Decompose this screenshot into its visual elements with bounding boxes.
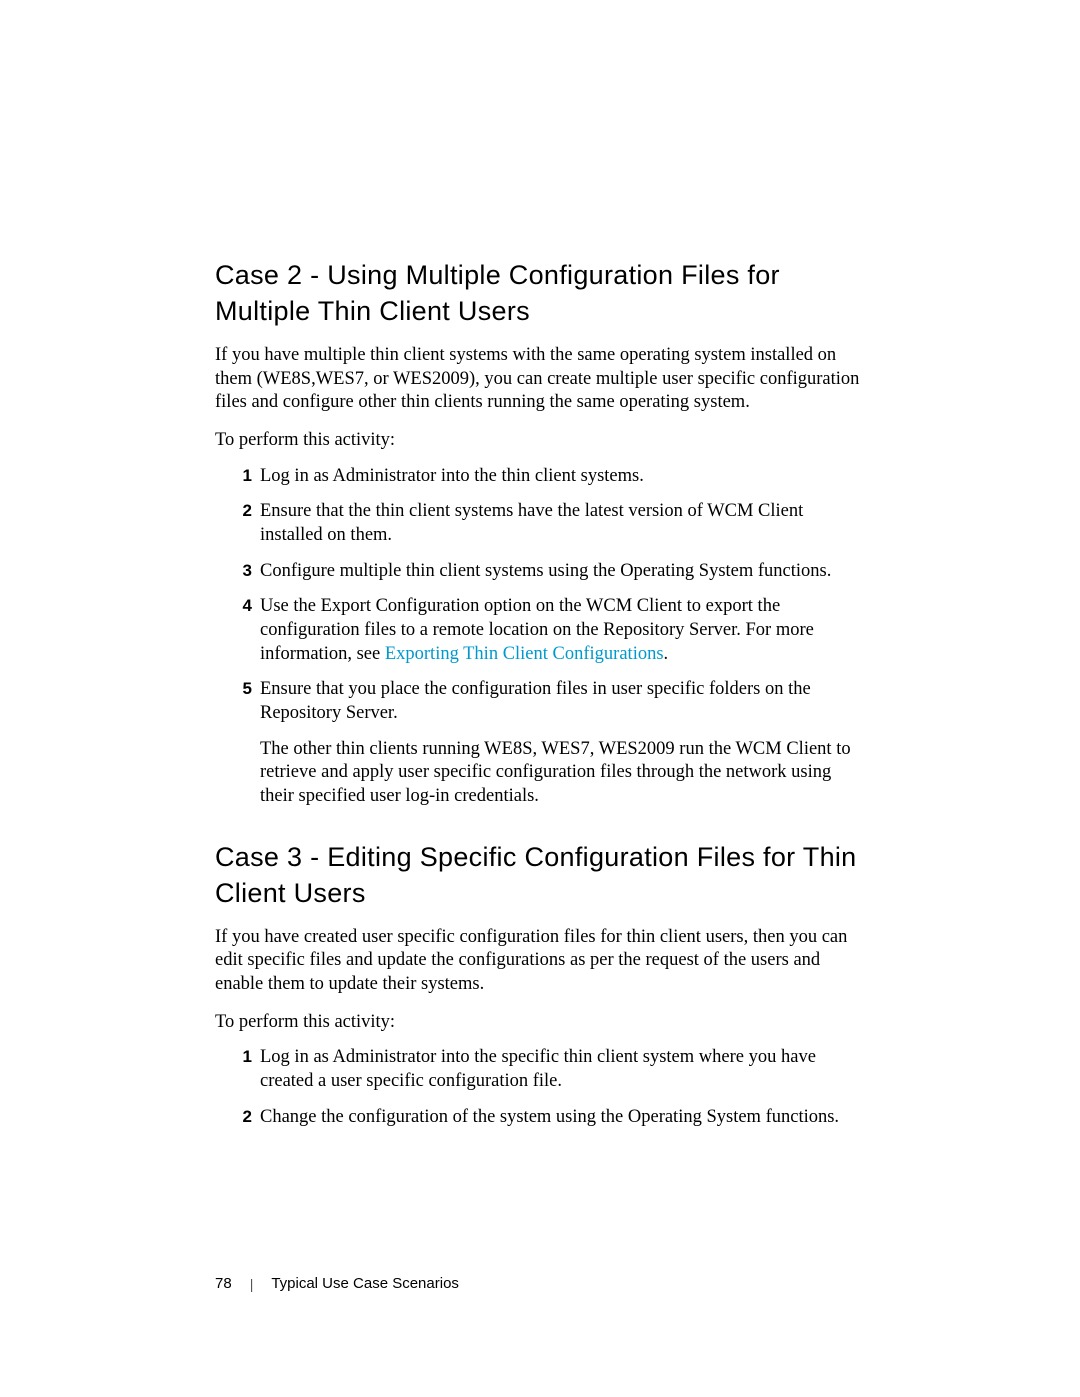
list-item: 2 Ensure that the thin client systems ha… bbox=[245, 500, 865, 547]
footer-divider: | bbox=[250, 1276, 254, 1292]
section-heading-case2: Case 2 - Using Multiple Configuration Fi… bbox=[215, 257, 865, 330]
list-text: Configure multiple thin client systems u… bbox=[260, 561, 831, 581]
list-number: 2 bbox=[227, 500, 252, 522]
list-item: 4 Use the Export Configuration option on… bbox=[245, 595, 865, 666]
list-text: Ensure that you place the configuration … bbox=[260, 679, 811, 723]
list-number: 5 bbox=[227, 678, 252, 700]
steps-list-case3: 1 Log in as Administrator into the speci… bbox=[215, 1046, 865, 1129]
intro-paragraph-case3: If you have created user specific config… bbox=[215, 926, 865, 997]
list-item: 3 Configure multiple thin client systems… bbox=[245, 560, 865, 584]
list-number: 3 bbox=[227, 560, 252, 582]
activity-label-case3: To perform this activity: bbox=[215, 1011, 865, 1035]
list-number: 1 bbox=[227, 1046, 252, 1068]
list-text-post: . bbox=[664, 644, 669, 664]
list-sub-paragraph: The other thin clients running WE8S, WES… bbox=[260, 738, 865, 809]
list-text: Log in as Administrator into the thin cl… bbox=[260, 466, 644, 486]
page-footer: 78 | Typical Use Case Scenarios bbox=[215, 1275, 459, 1292]
page-number: 78 bbox=[215, 1275, 232, 1292]
list-item: 1 Log in as Administrator into the thin … bbox=[245, 465, 865, 489]
activity-label-case2: To perform this activity: bbox=[215, 429, 865, 453]
steps-list-case2: 1 Log in as Administrator into the thin … bbox=[215, 465, 865, 809]
list-item: 1 Log in as Administrator into the speci… bbox=[245, 1046, 865, 1093]
list-number: 2 bbox=[227, 1106, 252, 1128]
list-text: Ensure that the thin client systems have… bbox=[260, 501, 803, 545]
footer-title: Typical Use Case Scenarios bbox=[271, 1275, 459, 1292]
list-text: Log in as Administrator into the specifi… bbox=[260, 1047, 816, 1091]
list-item: 5 Ensure that you place the configuratio… bbox=[245, 678, 865, 808]
list-number: 1 bbox=[227, 465, 252, 487]
list-number: 4 bbox=[227, 595, 252, 617]
page-content: Case 2 - Using Multiple Configuration Fi… bbox=[0, 0, 1080, 1129]
section-heading-case3: Case 3 - Editing Specific Configuration … bbox=[215, 839, 865, 912]
list-text: Change the configuration of the system u… bbox=[260, 1107, 839, 1127]
intro-paragraph-case2: If you have multiple thin client systems… bbox=[215, 344, 865, 415]
list-item: 2 Change the configuration of the system… bbox=[245, 1106, 865, 1130]
link-exporting-configs[interactable]: Exporting Thin Client Configurations bbox=[385, 644, 664, 664]
